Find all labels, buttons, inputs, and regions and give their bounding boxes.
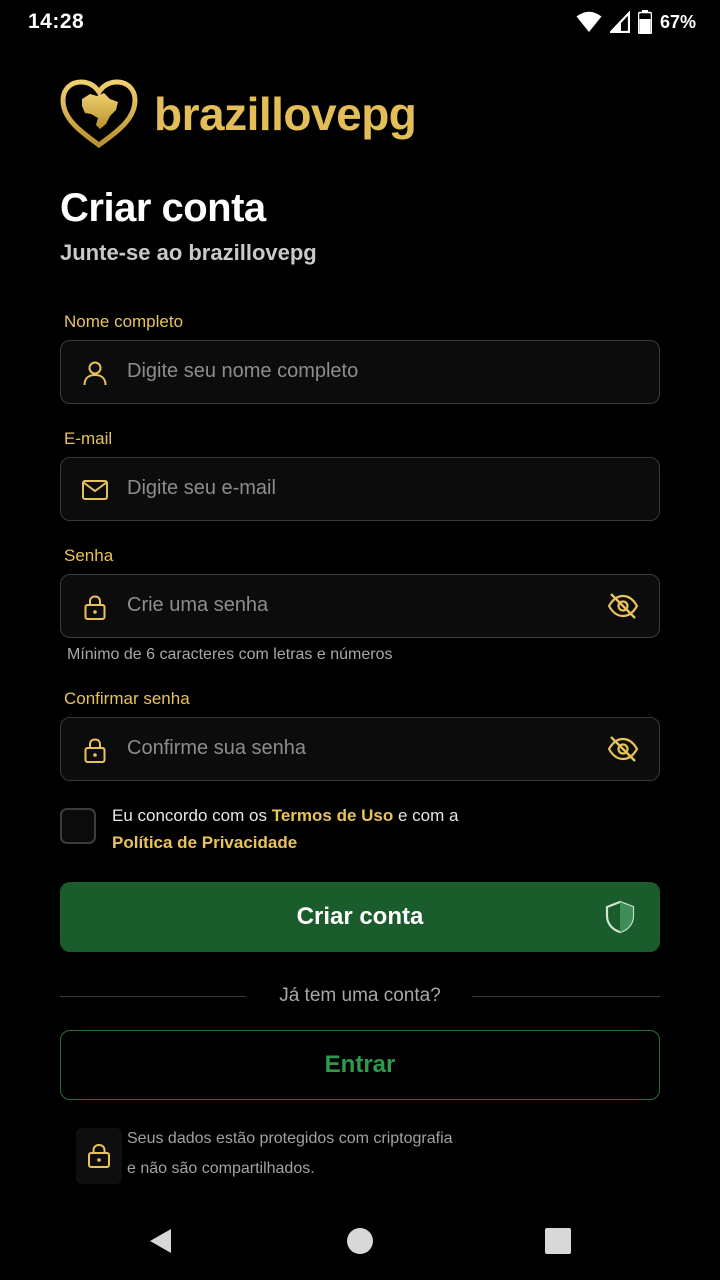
back-icon[interactable] [146,1226,176,1256]
status-icons: 67% [576,10,696,34]
email-label: E-mail [64,429,113,448]
user-icon [83,361,107,386]
security-icon-box [76,1128,122,1184]
page-subtitle: Junte-se ao brazillovepg [60,240,317,265]
password-input[interactable] [127,575,597,635]
recents-icon[interactable] [543,1226,573,1256]
password-hint: Mínimo de 6 caracteres com letras e núme… [67,646,393,663]
lock-icon [84,595,106,620]
confirm-password-input[interactable] [127,718,597,778]
terms-checkbox[interactable] [60,808,96,844]
signup-screen: 14:28 67% brazillovepg Criar conta Junte… [0,0,720,1280]
security-line-2: e não são compartilhados. [127,1160,315,1177]
terms-of-use-link[interactable]: Termos de Uso [272,806,394,825]
email-input[interactable] [127,458,597,518]
confirm-password-label: Confirmar senha [64,689,190,708]
privacy-policy-link[interactable]: Política de Privacidade [112,833,297,852]
page-title: Criar conta [60,186,266,230]
terms-prefix: Eu concordo com os [112,806,272,825]
heart-brazil-map-icon [60,79,138,149]
name-field [60,340,660,404]
battery-percent: 67% [659,11,696,32]
lock-icon [88,1143,110,1168]
wifi-icon [576,11,602,33]
terms-middle: e com a [393,806,459,825]
terms-agreement: Eu concordo com os Termos de Uso e com a… [60,800,660,860]
status-time: 14:28 [28,10,85,33]
status-bar: 14:28 67% [0,0,720,48]
mail-icon [82,480,108,500]
create-account-label: Criar conta [296,903,424,930]
name-input[interactable] [127,341,597,401]
security-line-1: Seus dados estão protegidos com criptogr… [127,1130,453,1147]
brand: brazillovepg [60,78,417,150]
eye-off-icon[interactable] [607,591,639,621]
home-icon[interactable] [345,1226,375,1256]
name-label: Nome completo [64,312,184,331]
lock-icon [84,738,106,763]
brand-name: brazillovepg [154,88,417,140]
password-label: Senha [64,546,114,565]
shield-icon [605,900,635,934]
battery-icon [637,10,652,34]
password-field [60,574,660,638]
eye-off-icon[interactable] [607,734,639,764]
security-note: Seus dados estão protegidos com criptogr… [76,1122,636,1186]
divider-right [472,996,660,997]
system-nav-bar [0,1200,720,1280]
login-button[interactable]: Entrar [60,1030,660,1100]
cell-signal-icon [609,11,630,33]
create-account-button[interactable]: Criar conta [60,882,660,952]
security-text: Seus dados estão protegidos com criptogr… [127,1124,607,1184]
confirm-password-field [60,717,660,781]
email-field [60,457,660,521]
terms-text: Eu concordo com os Termos de Uso e com a… [112,802,612,856]
